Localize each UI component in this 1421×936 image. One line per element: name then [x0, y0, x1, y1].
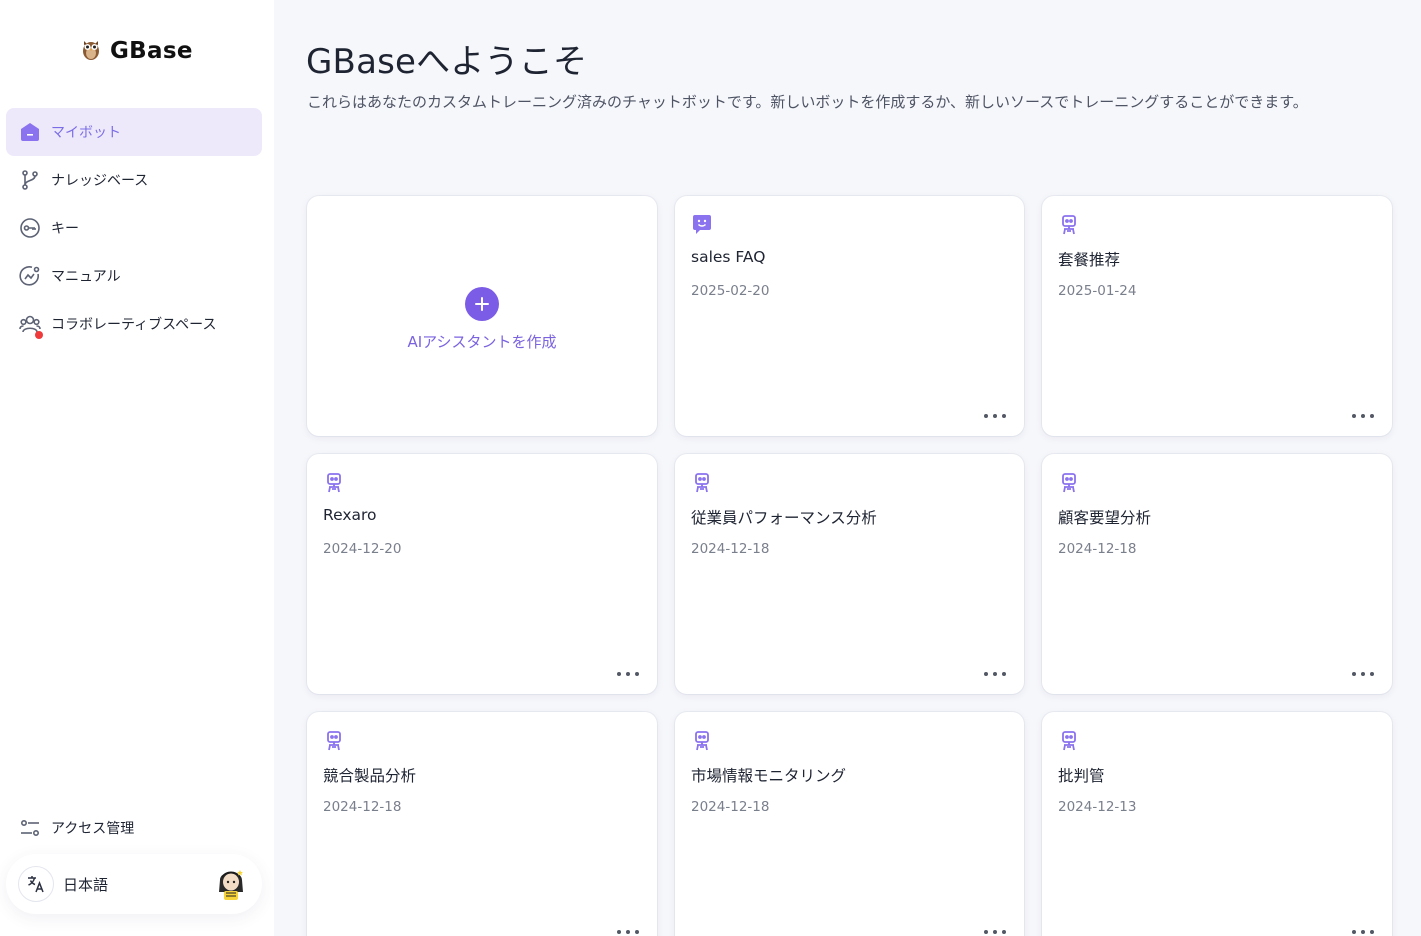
create-assistant-card[interactable]: AIアシスタントを作成 — [307, 196, 657, 436]
app-name: GBase — [110, 38, 193, 64]
sidebar: GBase マイボット ナレッジベース キー マニュアル コラボレーティブスペー… — [0, 0, 274, 936]
bot-name: 批判管 — [1058, 767, 1105, 785]
bot-home-icon — [19, 121, 41, 143]
page-subtitle: これらはあなたのカスタムトレーニング済みのチャットボットです。新しいボットを作成… — [307, 93, 1308, 111]
more-options-icon[interactable] — [617, 666, 639, 682]
bot-name: 競合製品分析 — [323, 767, 417, 785]
bot-card[interactable]: 套餐推荐 2025-01-24 — [1042, 196, 1392, 436]
robot-icon — [1058, 730, 1080, 752]
avatar[interactable] — [214, 866, 248, 902]
more-options-icon[interactable] — [1352, 924, 1374, 936]
bot-date: 2024-12-18 — [691, 799, 770, 815]
more-options-icon[interactable] — [984, 666, 1006, 682]
nav-label: マニュアル — [51, 269, 121, 285]
language-switcher[interactable]: 日本語 — [6, 854, 262, 914]
nav-item-manual[interactable]: マニュアル — [6, 252, 262, 300]
bot-card[interactable]: Rexaro 2024-12-20 — [307, 454, 657, 694]
bot-date: 2024-12-18 — [323, 799, 402, 815]
bot-date: 2024-12-20 — [323, 541, 402, 557]
bot-date: 2025-01-24 — [1058, 283, 1137, 299]
nav-label: マイボット — [51, 125, 121, 141]
bot-card[interactable]: 顧客要望分析 2024-12-18 — [1042, 454, 1392, 694]
settings-sliders-icon — [19, 817, 41, 839]
bot-name: 従業員パフォーマンス分析 — [691, 509, 877, 527]
robot-icon — [1058, 472, 1080, 494]
robot-icon — [323, 472, 345, 494]
bot-date: 2024-12-18 — [1058, 541, 1137, 557]
translate-icon[interactable] — [18, 866, 54, 902]
bot-card[interactable]: sales FAQ 2025-02-20 — [675, 196, 1024, 436]
bot-card[interactable]: 従業員パフォーマンス分析 2024-12-18 — [675, 454, 1024, 694]
app-logo[interactable]: GBase — [80, 36, 193, 66]
bot-grid: AIアシスタントを作成 sales FAQ 2025-02-20 套餐推荐 20… — [307, 196, 1392, 936]
main-nav: マイボット ナレッジベース キー マニュアル コラボレーティブスペース — [6, 108, 262, 348]
robot-icon — [691, 472, 713, 494]
key-icon — [19, 217, 41, 239]
bot-card[interactable]: 市場情報モニタリング 2024-12-18 — [675, 712, 1024, 936]
robot-icon — [691, 730, 713, 752]
more-options-icon[interactable] — [617, 924, 639, 936]
bot-name: 市場情報モニタリング — [691, 767, 847, 785]
nav-label: キー — [51, 221, 79, 237]
bot-name: 套餐推荐 — [1058, 251, 1121, 269]
notification-badge — [35, 331, 43, 339]
robot-icon — [323, 730, 345, 752]
page-title: GBaseへようこそ — [306, 42, 588, 82]
robot-icon — [1058, 214, 1080, 236]
nav-item-access-management[interactable]: アクセス管理 — [6, 806, 262, 850]
main-content: GBaseへようこそ これらはあなたのカスタムトレーニング済みのチャットボットで… — [274, 0, 1421, 936]
bot-name: sales FAQ — [691, 248, 766, 266]
users-icon — [19, 313, 43, 339]
more-options-icon[interactable] — [984, 408, 1006, 424]
bot-date: 2025-02-20 — [691, 283, 770, 299]
more-options-icon[interactable] — [1352, 666, 1374, 682]
language-label: 日本語 — [63, 875, 109, 894]
nav-item-knowledge-base[interactable]: ナレッジベース — [6, 156, 262, 204]
bot-date: 2024-12-13 — [1058, 799, 1137, 815]
chat-bubble-icon — [691, 214, 713, 236]
nav-item-my-bots[interactable]: マイボット — [6, 108, 262, 156]
plus-icon[interactable] — [465, 286, 499, 321]
nav-label: コラボレーティブスペース — [51, 317, 217, 333]
nav-item-keys[interactable]: キー — [6, 204, 262, 252]
bot-name: 顧客要望分析 — [1058, 509, 1152, 527]
more-options-icon[interactable] — [1352, 408, 1374, 424]
create-assistant-label[interactable]: AIアシスタントを作成 — [407, 331, 556, 352]
bot-date: 2024-12-18 — [691, 541, 770, 557]
nav-label: ナレッジベース — [51, 173, 149, 189]
branch-icon — [19, 169, 41, 191]
nav-label: アクセス管理 — [51, 821, 135, 837]
bot-name: Rexaro — [323, 506, 377, 524]
nav-item-collaborative-space[interactable]: コラボレーティブスペース — [6, 300, 262, 348]
bot-card[interactable]: 競合製品分析 2024-12-18 — [307, 712, 657, 936]
bot-card[interactable]: 批判管 2024-12-13 — [1042, 712, 1392, 936]
chart-icon — [19, 265, 41, 287]
owl-logo-icon — [80, 37, 102, 65]
more-options-icon[interactable] — [984, 924, 1006, 936]
